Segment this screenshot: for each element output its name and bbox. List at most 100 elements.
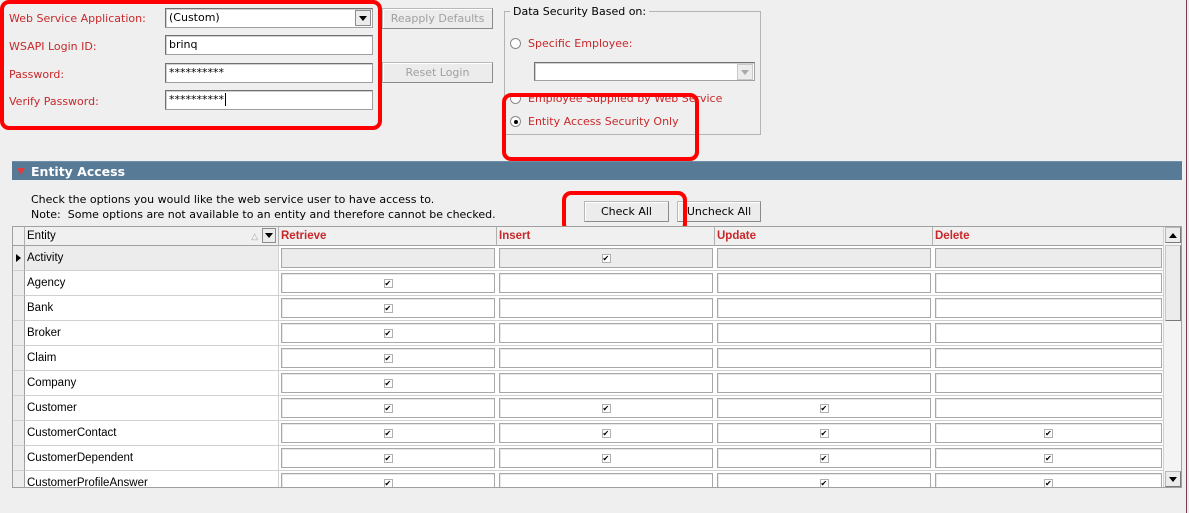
row-selector[interactable] xyxy=(13,346,25,371)
insert-cell[interactable] xyxy=(497,396,715,421)
update-cell[interactable] xyxy=(715,296,933,321)
retrieve-cell[interactable] xyxy=(279,396,497,421)
update-cell[interactable] xyxy=(715,321,933,346)
checkbox-checked[interactable] xyxy=(601,253,611,263)
insert-cell[interactable] xyxy=(497,471,715,487)
radio-specific-employee[interactable]: Specific Employee: xyxy=(510,37,633,50)
retrieve-cell[interactable] xyxy=(279,346,497,371)
scroll-up-button[interactable] xyxy=(1165,227,1181,243)
checkbox-checked[interactable] xyxy=(819,478,829,487)
table-row[interactable]: Broker xyxy=(13,321,1164,346)
checkbox-checked[interactable] xyxy=(383,478,393,487)
login-id-input[interactable]: brinq xyxy=(165,35,373,55)
update-cell[interactable] xyxy=(715,246,933,271)
row-selector[interactable] xyxy=(13,296,25,321)
web-service-application-select[interactable]: (Custom) xyxy=(165,8,373,28)
update-cell[interactable] xyxy=(715,421,933,446)
delete-cell[interactable] xyxy=(933,446,1164,471)
update-cell[interactable] xyxy=(715,271,933,296)
row-selector[interactable] xyxy=(13,271,25,296)
insert-cell[interactable] xyxy=(497,321,715,346)
checkbox-checked[interactable] xyxy=(383,428,393,438)
table-row[interactable]: Agency xyxy=(13,271,1164,296)
retrieve-cell[interactable] xyxy=(279,271,497,296)
update-cell[interactable] xyxy=(715,396,933,421)
row-selector[interactable] xyxy=(13,471,25,487)
delete-cell[interactable] xyxy=(933,396,1164,421)
insert-cell[interactable] xyxy=(497,246,715,271)
checkbox-checked[interactable] xyxy=(383,278,393,288)
insert-cell[interactable] xyxy=(497,371,715,396)
retrieve-cell[interactable] xyxy=(279,471,497,487)
delete-cell[interactable] xyxy=(933,371,1164,396)
insert-cell[interactable] xyxy=(497,296,715,321)
collapse-triangle-icon[interactable] xyxy=(17,167,25,175)
insert-cell[interactable] xyxy=(497,346,715,371)
checkbox-checked[interactable] xyxy=(383,303,393,313)
checkbox-checked[interactable] xyxy=(601,403,611,413)
delete-cell[interactable] xyxy=(933,321,1164,346)
table-row[interactable]: CustomerProfileAnswer xyxy=(13,471,1164,487)
checkbox-checked[interactable] xyxy=(383,353,393,363)
checkbox-checked[interactable] xyxy=(819,428,829,438)
dropdown-button[interactable] xyxy=(355,10,371,26)
checkbox-checked[interactable] xyxy=(1044,453,1053,463)
delete-cell[interactable] xyxy=(933,271,1164,296)
column-header-insert[interactable]: Insert xyxy=(497,227,715,246)
retrieve-cell[interactable] xyxy=(279,321,497,346)
row-selector[interactable] xyxy=(13,371,25,396)
row-selector[interactable] xyxy=(13,321,25,346)
delete-cell[interactable] xyxy=(933,246,1164,271)
checkbox-checked[interactable] xyxy=(819,453,829,463)
retrieve-cell[interactable] xyxy=(279,446,497,471)
update-cell[interactable] xyxy=(715,346,933,371)
update-cell[interactable] xyxy=(715,471,933,487)
checkbox-checked[interactable] xyxy=(1044,428,1053,438)
table-row[interactable]: Claim xyxy=(13,346,1164,371)
table-row[interactable]: Company xyxy=(13,371,1164,396)
scrollbar-thumb[interactable] xyxy=(1165,245,1181,321)
radio-employee-supplied[interactable]: Employee Supplied by Web Service xyxy=(510,92,722,105)
delete-cell[interactable] xyxy=(933,346,1164,371)
table-row[interactable]: CustomerContact xyxy=(13,421,1164,446)
checkbox-checked[interactable] xyxy=(383,453,393,463)
retrieve-cell[interactable] xyxy=(279,246,497,271)
insert-cell[interactable] xyxy=(497,446,715,471)
uncheck-all-button[interactable]: Uncheck All xyxy=(677,201,761,222)
table-row[interactable]: Activity xyxy=(13,246,1164,271)
verify-password-input[interactable]: ********** xyxy=(165,90,373,110)
checkbox-checked[interactable] xyxy=(819,403,829,413)
row-selector[interactable] xyxy=(13,421,25,446)
column-header-delete[interactable]: Delete xyxy=(933,227,1164,246)
retrieve-cell[interactable] xyxy=(279,371,497,396)
table-row[interactable]: CustomerDependent xyxy=(13,446,1164,471)
employee-select[interactable] xyxy=(534,62,755,81)
delete-cell[interactable] xyxy=(933,471,1164,487)
checkbox-checked[interactable] xyxy=(1044,478,1053,487)
update-cell[interactable] xyxy=(715,371,933,396)
radio-entity-access-only[interactable]: Entity Access Security Only xyxy=(510,115,679,128)
row-selector[interactable] xyxy=(13,446,25,471)
checkbox-checked[interactable] xyxy=(383,378,393,388)
retrieve-cell[interactable] xyxy=(279,421,497,446)
column-header-update[interactable]: Update xyxy=(715,227,933,246)
checkbox-checked[interactable] xyxy=(383,403,393,413)
password-input[interactable]: ********** xyxy=(165,63,373,83)
check-all-button[interactable]: Check All xyxy=(584,201,669,222)
update-cell[interactable] xyxy=(715,446,933,471)
reapply-defaults-button[interactable]: Reapply Defaults xyxy=(382,8,493,29)
row-selector[interactable] xyxy=(13,246,25,271)
table-row[interactable]: Customer xyxy=(13,396,1164,421)
checkbox-checked[interactable] xyxy=(601,428,611,438)
filter-dropdown-button[interactable] xyxy=(262,228,276,243)
checkbox-checked[interactable] xyxy=(383,328,393,338)
dropdown-button[interactable] xyxy=(737,64,753,80)
delete-cell[interactable] xyxy=(933,296,1164,321)
column-header-entity[interactable]: Entity △ xyxy=(25,227,279,246)
column-header-retrieve[interactable]: Retrieve xyxy=(279,227,497,246)
insert-cell[interactable] xyxy=(497,271,715,296)
insert-cell[interactable] xyxy=(497,421,715,446)
vertical-scrollbar[interactable] xyxy=(1163,227,1181,487)
reset-login-button[interactable]: Reset Login xyxy=(382,62,493,83)
entity-access-header[interactable]: Entity Access xyxy=(12,161,1182,180)
